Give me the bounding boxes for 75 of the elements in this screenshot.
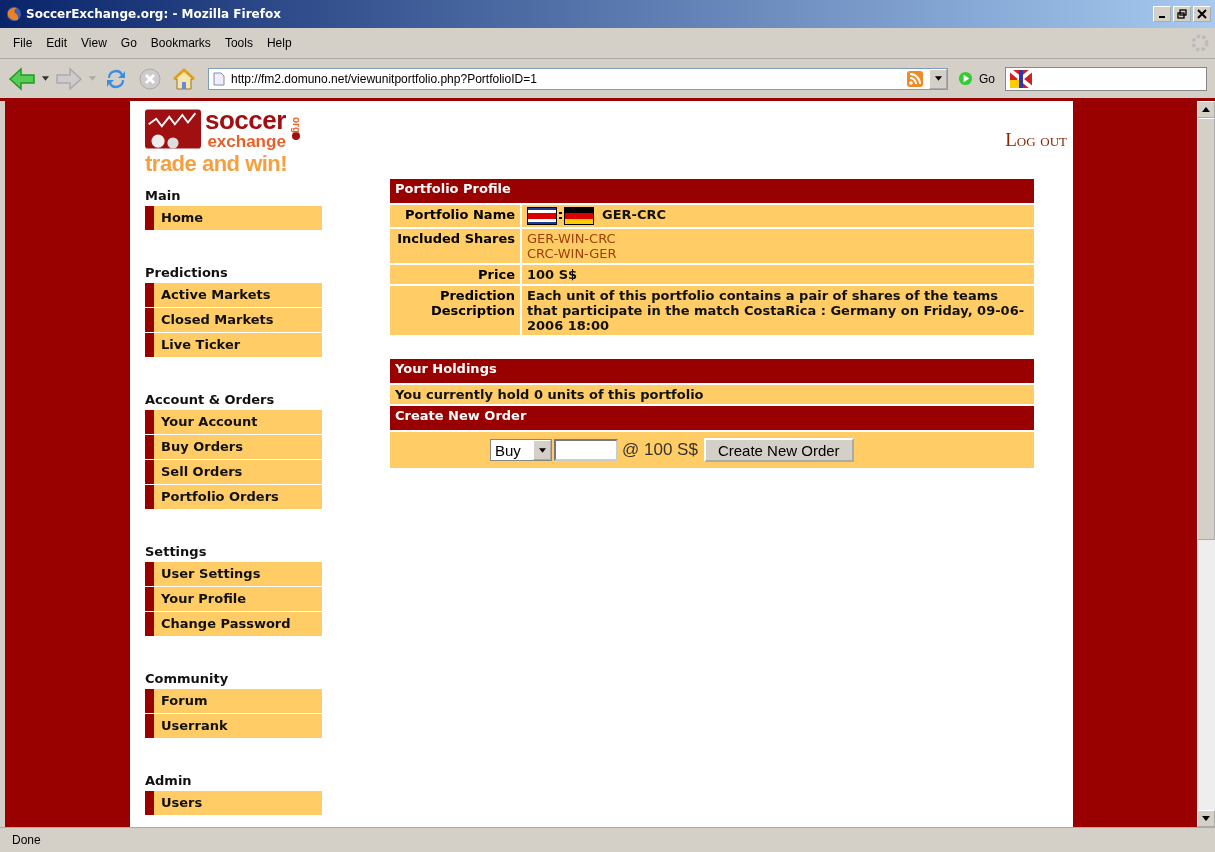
dropdown-button[interactable] — [929, 68, 947, 89]
share-link[interactable]: GER-WIN-CRC — [527, 231, 1029, 246]
side-dropdown[interactable]: Buy — [490, 439, 552, 461]
logo[interactable]: soccer exchange org trade and win! — [145, 101, 325, 177]
section-heading: Admin — [145, 773, 193, 789]
rss-icon[interactable] — [907, 70, 923, 87]
quantity-field[interactable] — [554, 439, 618, 461]
sidebar-item[interactable]: Forum — [145, 689, 322, 714]
row-label: Included Shares — [389, 228, 521, 264]
sidebar-item[interactable]: Home — [145, 206, 322, 231]
section-heading: Main — [145, 188, 182, 204]
window-title: SoccerExchange.org: - Mozilla Firefox — [26, 7, 282, 21]
caret-icon — [934, 76, 942, 81]
section-heading: Predictions — [145, 265, 229, 281]
sidebar-item[interactable]: User Settings — [145, 562, 322, 587]
table-cell: Each unit of this portfolio contains a pair of shares of the teams that participate in the match CostaRica : Germany on Friday, 09-06-2006 18:00 — [521, 285, 1035, 336]
go-button[interactable]: Go — [954, 71, 999, 86]
status-text: Done — [12, 833, 41, 847]
colon-icon — [559, 211, 562, 221]
menu-item[interactable]: Edit — [39, 36, 75, 50]
table-cell: GER-CRC — [521, 204, 1035, 228]
down-arrow-icon — [1202, 816, 1210, 821]
section-heading: Settings — [145, 544, 208, 560]
home-icon[interactable] — [170, 66, 198, 91]
menu-item[interactable]: Tools — [217, 36, 260, 50]
restore-button[interactable] — [1173, 6, 1191, 22]
scrollbar[interactable] — [1197, 101, 1215, 827]
sidebar-item[interactable]: Your Account — [145, 410, 322, 435]
sidebar-item[interactable]: Users — [145, 791, 322, 816]
globe-icon — [6, 6, 22, 22]
minimize-button[interactable] — [1153, 6, 1171, 22]
table-cell: You currently hold 0 units of this portfolio — [389, 384, 1035, 405]
table-header: Portfolio Profile — [389, 178, 1035, 204]
create-order-button[interactable]: Create New Order — [703, 438, 854, 462]
throbber-icon — [1191, 34, 1209, 52]
section-heading: Community — [145, 671, 230, 687]
back-arrow-icon[interactable] — [8, 66, 36, 91]
play-icon — [958, 71, 973, 86]
close-button[interactable] — [1193, 6, 1211, 22]
sidebar-item[interactable]: Your Profile — [145, 587, 322, 612]
share-link[interactable]: CRC-WIN-GER — [527, 246, 1029, 261]
logout-link[interactable]: Log out — [1005, 129, 1067, 153]
sidebar-item[interactable]: Live Ticker — [145, 333, 322, 358]
row-label: Price — [389, 264, 521, 285]
caret-icon — [538, 447, 546, 453]
menu-item[interactable]: View — [74, 36, 114, 50]
menu-item[interactable]: Go — [113, 36, 144, 50]
dropdown-caret-icon[interactable] — [42, 76, 49, 81]
address-field[interactable]: http://fm2.domuno.net/viewunitportfolio.php?PortfolioID=1 — [208, 67, 948, 90]
flag-icon — [1010, 69, 1032, 88]
sidebar-item[interactable]: Portfolio Orders — [145, 485, 322, 510]
page-icon — [213, 71, 225, 86]
sidebar-item[interactable]: Userrank — [145, 714, 322, 739]
menu-item[interactable]: File — [6, 36, 40, 50]
sidebar-item[interactable]: Sell Orders — [145, 460, 322, 485]
sidebar-item[interactable]: Change Password — [145, 612, 322, 637]
section-heading: Account & Orders — [145, 392, 276, 408]
row-label: Portfolio Name — [389, 204, 521, 228]
row-label: Prediction Description — [389, 285, 521, 336]
sidebar-item[interactable]: Active Markets — [145, 283, 322, 308]
sidebar-item[interactable]: Buy Orders — [145, 435, 322, 460]
table-header: Create New Order — [389, 405, 1035, 431]
table-header: Your Holdings — [389, 358, 1035, 384]
menu-item[interactable]: Help — [259, 36, 299, 50]
sidebar-item[interactable]: Closed Markets — [145, 308, 322, 333]
forward-arrow-icon[interactable] — [55, 66, 83, 91]
minimize-icon — [1159, 16, 1165, 18]
search-field[interactable] — [1005, 66, 1207, 91]
menu-item[interactable]: Bookmarks — [143, 36, 218, 50]
table-cell: 100 S$ — [521, 264, 1035, 285]
stop-icon[interactable] — [136, 66, 164, 91]
price-text: @ 100 S$ — [622, 440, 698, 460]
up-arrow-icon — [1202, 107, 1210, 112]
flag-icon — [564, 207, 594, 225]
flag-icon — [527, 207, 557, 225]
